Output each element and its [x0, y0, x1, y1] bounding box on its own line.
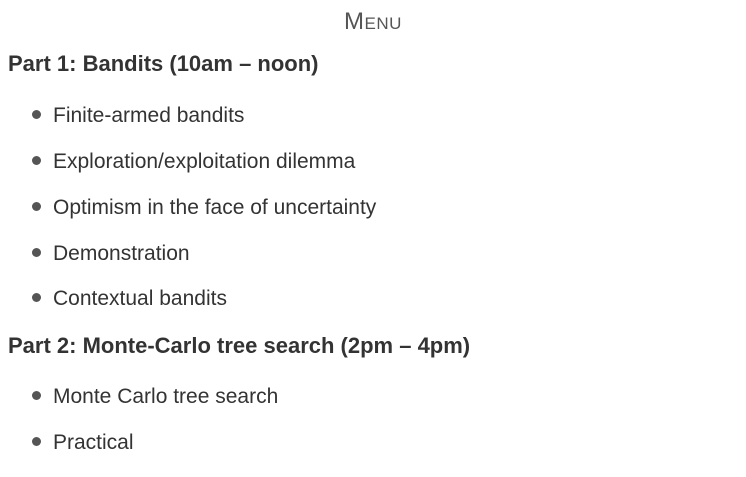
- part1-heading: Part 1: Bandits (10am – noon): [8, 51, 319, 76]
- menu-title: Menu: [344, 8, 402, 35]
- list-item: Exploration/exploitation dilemma: [32, 150, 355, 174]
- list-item-label: Demonstration: [53, 242, 190, 265]
- bullet-icon: [32, 155, 41, 165]
- list-item: Optimism in the face of uncertainty: [32, 196, 376, 220]
- list-item: Monte Carlo tree search: [32, 385, 278, 409]
- bullet-icon: [32, 201, 41, 211]
- list-item-label: Contextual bandits: [53, 287, 227, 310]
- bullet-icon: [32, 390, 41, 400]
- bullet-icon: [32, 436, 41, 446]
- list-item-label: Optimism in the face of uncertainty: [53, 196, 377, 219]
- list-item: Finite-armed bandits: [32, 104, 244, 128]
- list-item-label: Finite-armed bandits: [53, 104, 245, 127]
- list-item: Demonstration: [32, 242, 190, 266]
- list-item-label: Exploration/exploitation dilemma: [53, 150, 356, 173]
- bullet-icon: [32, 109, 41, 119]
- list-item-label: Monte Carlo tree search: [53, 385, 279, 408]
- bullet-icon: [32, 292, 41, 302]
- list-item: Practical: [32, 431, 134, 455]
- bullet-icon: [32, 247, 41, 257]
- list-item: Contextual bandits: [32, 287, 227, 311]
- part2-heading: Part 2: Monte-Carlo tree search (2pm – 4…: [8, 333, 471, 358]
- list-item-label: Practical: [53, 431, 134, 454]
